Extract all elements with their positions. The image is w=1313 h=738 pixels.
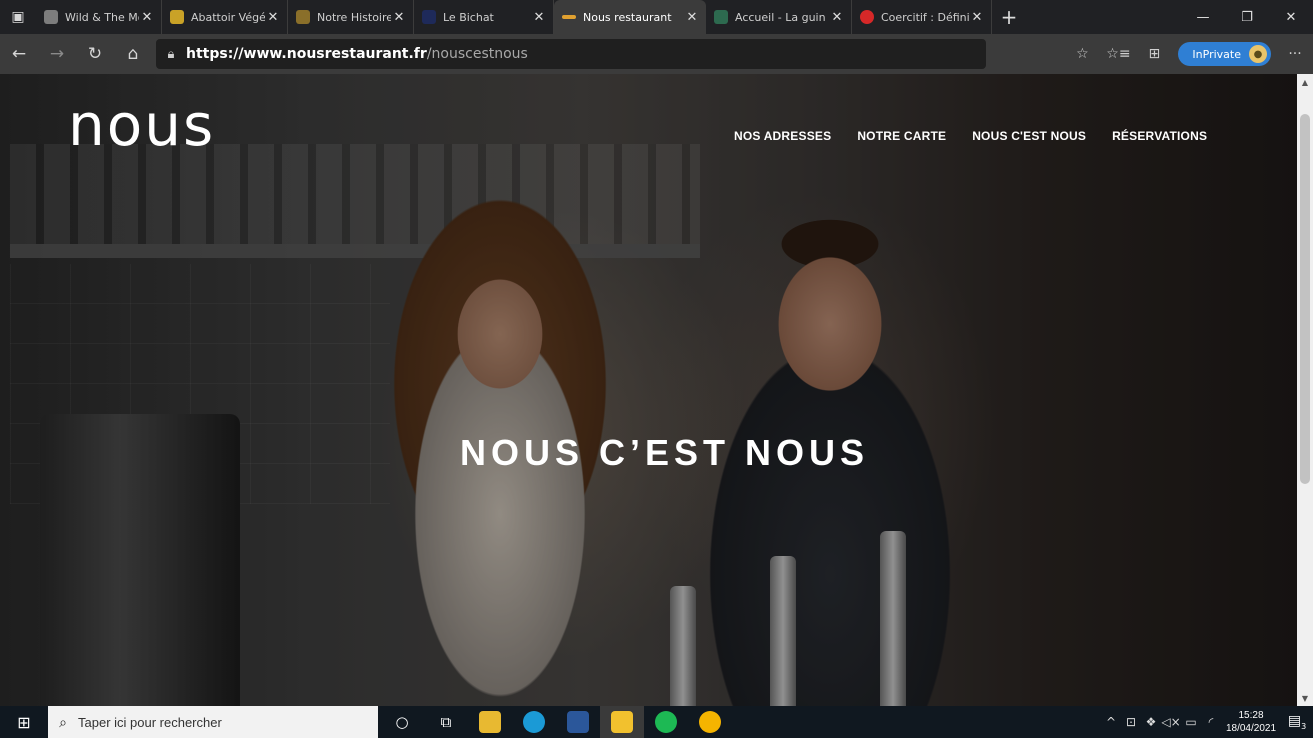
page-scrollbar[interactable]: ▲ ▼: [1297, 74, 1313, 706]
tab-title: Wild & The Moo: [65, 10, 139, 24]
tab-notre-histoire[interactable]: Notre Histoire | ✕: [288, 0, 414, 34]
taskbar-search-placeholder: Taper ici pour rechercher: [78, 714, 222, 730]
tab-accueil-la-guin[interactable]: Accueil - La guin ✕: [706, 0, 852, 34]
sticky-notes-icon[interactable]: [600, 706, 644, 738]
clock-date: 18/04/2021: [1225, 723, 1277, 734]
pinned-apps: ○ ⧉: [380, 706, 732, 738]
new-tab-button[interactable]: +: [992, 5, 1026, 29]
tab-le-bichat[interactable]: Le Bichat ✕: [414, 0, 554, 34]
tab-strip: ▣ Wild & The Moo ✕ Abattoir Végétal ✕ No…: [0, 0, 1313, 34]
page-viewport: nous NOS ADRESSES NOTRE CARTE NOUS C'EST…: [0, 74, 1313, 706]
add-favorite-icon[interactable]: ☆: [1064, 34, 1100, 74]
word-icon[interactable]: [556, 706, 600, 738]
site-logo[interactable]: nous: [68, 96, 215, 154]
tab-nous-restaurant[interactable]: Nous restaurant ✕: [554, 0, 706, 34]
tab-actions-icon[interactable]: ▣: [0, 0, 36, 34]
wifi-icon[interactable]: ◜: [1201, 715, 1221, 729]
url-path: /nouscestnous: [426, 46, 528, 62]
forward-icon[interactable]: →: [38, 34, 76, 74]
clock[interactable]: 15:28 18/04/2021: [1221, 709, 1281, 735]
taskbar-search[interactable]: ⌕ Taper ici pour rechercher: [48, 706, 378, 738]
edge-icon[interactable]: [512, 706, 556, 738]
site-nav: NOS ADRESSES NOTRE CARTE NOUS C'EST NOUS…: [734, 129, 1207, 143]
minimize-icon[interactable]: —: [1181, 0, 1225, 34]
favorites-icon[interactable]: ☆≡: [1100, 34, 1136, 74]
tab-close-icon[interactable]: ✕: [265, 10, 281, 25]
home-icon[interactable]: ⌂: [114, 34, 152, 74]
refresh-icon[interactable]: ↻: [76, 34, 114, 74]
nav-nos-adresses[interactable]: NOS ADRESSES: [734, 129, 831, 143]
scroll-up-icon[interactable]: ▲: [1297, 74, 1313, 90]
tab-favicon-icon: [170, 10, 184, 24]
dropbox-icon[interactable]: ❖: [1141, 715, 1161, 729]
windows-start-icon[interactable]: ⊞: [0, 706, 48, 738]
tab-title: Notre Histoire |: [317, 10, 391, 24]
search-icon: ⌕: [59, 713, 67, 730]
notification-count: 3: [1301, 721, 1307, 731]
tab-close-icon[interactable]: ✕: [531, 10, 547, 25]
tab-close-icon[interactable]: ✕: [969, 10, 985, 25]
file-explorer-icon[interactable]: [468, 706, 512, 738]
cortana-icon[interactable]: ○: [380, 706, 424, 738]
spotify-icon[interactable]: [644, 706, 688, 738]
url-host: www.nousrestaurant.fr: [243, 46, 427, 62]
tab-close-icon[interactable]: ✕: [829, 10, 845, 25]
hero-overlay: [0, 74, 1297, 706]
nav-nous-cest-nous[interactable]: NOUS C'EST NOUS: [972, 129, 1086, 143]
chevron-up-icon[interactable]: ^: [1101, 715, 1121, 729]
window-controls: — ❐ ✕: [1181, 0, 1313, 34]
browser-toolbar: ← → ↻ ⌂ 🔒︎ https://www.nousrestaurant.fr…: [0, 34, 1313, 74]
profile-avatar-icon: ●: [1249, 45, 1267, 63]
windows-taskbar: ⊞ ⌕ Taper ici pour rechercher ○ ⧉ ^ ⊡ ❖ …: [0, 706, 1313, 738]
tab-favicon-icon: [296, 10, 310, 24]
tab-title: Nous restaurant: [583, 10, 672, 24]
tab-close-icon[interactable]: ✕: [139, 10, 155, 25]
back-icon[interactable]: ←: [0, 34, 38, 74]
app-icon[interactable]: [688, 706, 732, 738]
toolbar-right: ☆ ☆≡ ⊞ InPrivate ● ···: [1064, 34, 1313, 74]
tab-favicon-icon: [422, 10, 436, 24]
tray-app-icon[interactable]: ⊡: [1121, 715, 1141, 729]
tab-favicon-icon: [860, 10, 874, 24]
more-menu-icon[interactable]: ···: [1277, 34, 1313, 74]
volume-muted-icon[interactable]: ◁×: [1161, 715, 1181, 729]
restore-icon[interactable]: ❐: [1225, 0, 1269, 34]
hero-title: NOUS C’EST NOUS: [460, 432, 870, 473]
scrollbar-thumb[interactable]: [1300, 114, 1310, 484]
url-scheme: https://: [186, 46, 244, 62]
nav-reservations[interactable]: RÉSERVATIONS: [1112, 129, 1207, 143]
tab-title: Le Bichat: [443, 10, 494, 24]
tab-coercitif[interactable]: Coercitif : Définit ✕: [852, 0, 992, 34]
tab-close-icon[interactable]: ✕: [684, 10, 700, 25]
tab-favicon-icon: [562, 15, 576, 19]
tab-favicon-icon: [714, 10, 728, 24]
task-view-icon[interactable]: ⧉: [424, 706, 468, 738]
battery-icon[interactable]: ▭: [1181, 715, 1201, 729]
notifications-icon[interactable]: ▤3: [1281, 713, 1313, 731]
tab-wild-and-the-moo[interactable]: Wild & The Moo ✕: [36, 0, 162, 34]
tab-title: Abattoir Végétal: [191, 10, 265, 24]
tab-title: Accueil - La guin: [735, 10, 826, 24]
tab-favicon-icon: [44, 10, 58, 24]
collections-icon[interactable]: ⊞: [1136, 34, 1172, 74]
inprivate-label: InPrivate: [1192, 47, 1241, 61]
tab-close-icon[interactable]: ✕: [391, 10, 407, 25]
system-tray: ^ ⊡ ❖ ◁× ▭ ◜ 15:28 18/04/2021 ▤3: [1101, 709, 1313, 735]
tab-abattoir-vegetal[interactable]: Abattoir Végétal ✕: [162, 0, 288, 34]
nav-notre-carte[interactable]: NOTRE CARTE: [857, 129, 946, 143]
inprivate-badge[interactable]: InPrivate ●: [1178, 42, 1271, 66]
scroll-down-icon[interactable]: ▼: [1297, 690, 1313, 706]
tab-title: Coercitif : Définit: [881, 10, 969, 24]
hero-photo: nous NOS ADRESSES NOTRE CARTE NOUS C'EST…: [0, 74, 1297, 706]
lock-icon[interactable]: 🔒︎: [156, 47, 186, 62]
address-bar[interactable]: 🔒︎ https://www.nousrestaurant.fr/nousces…: [156, 39, 986, 69]
close-window-icon[interactable]: ✕: [1269, 0, 1313, 34]
clock-time: 15:28: [1238, 710, 1264, 721]
